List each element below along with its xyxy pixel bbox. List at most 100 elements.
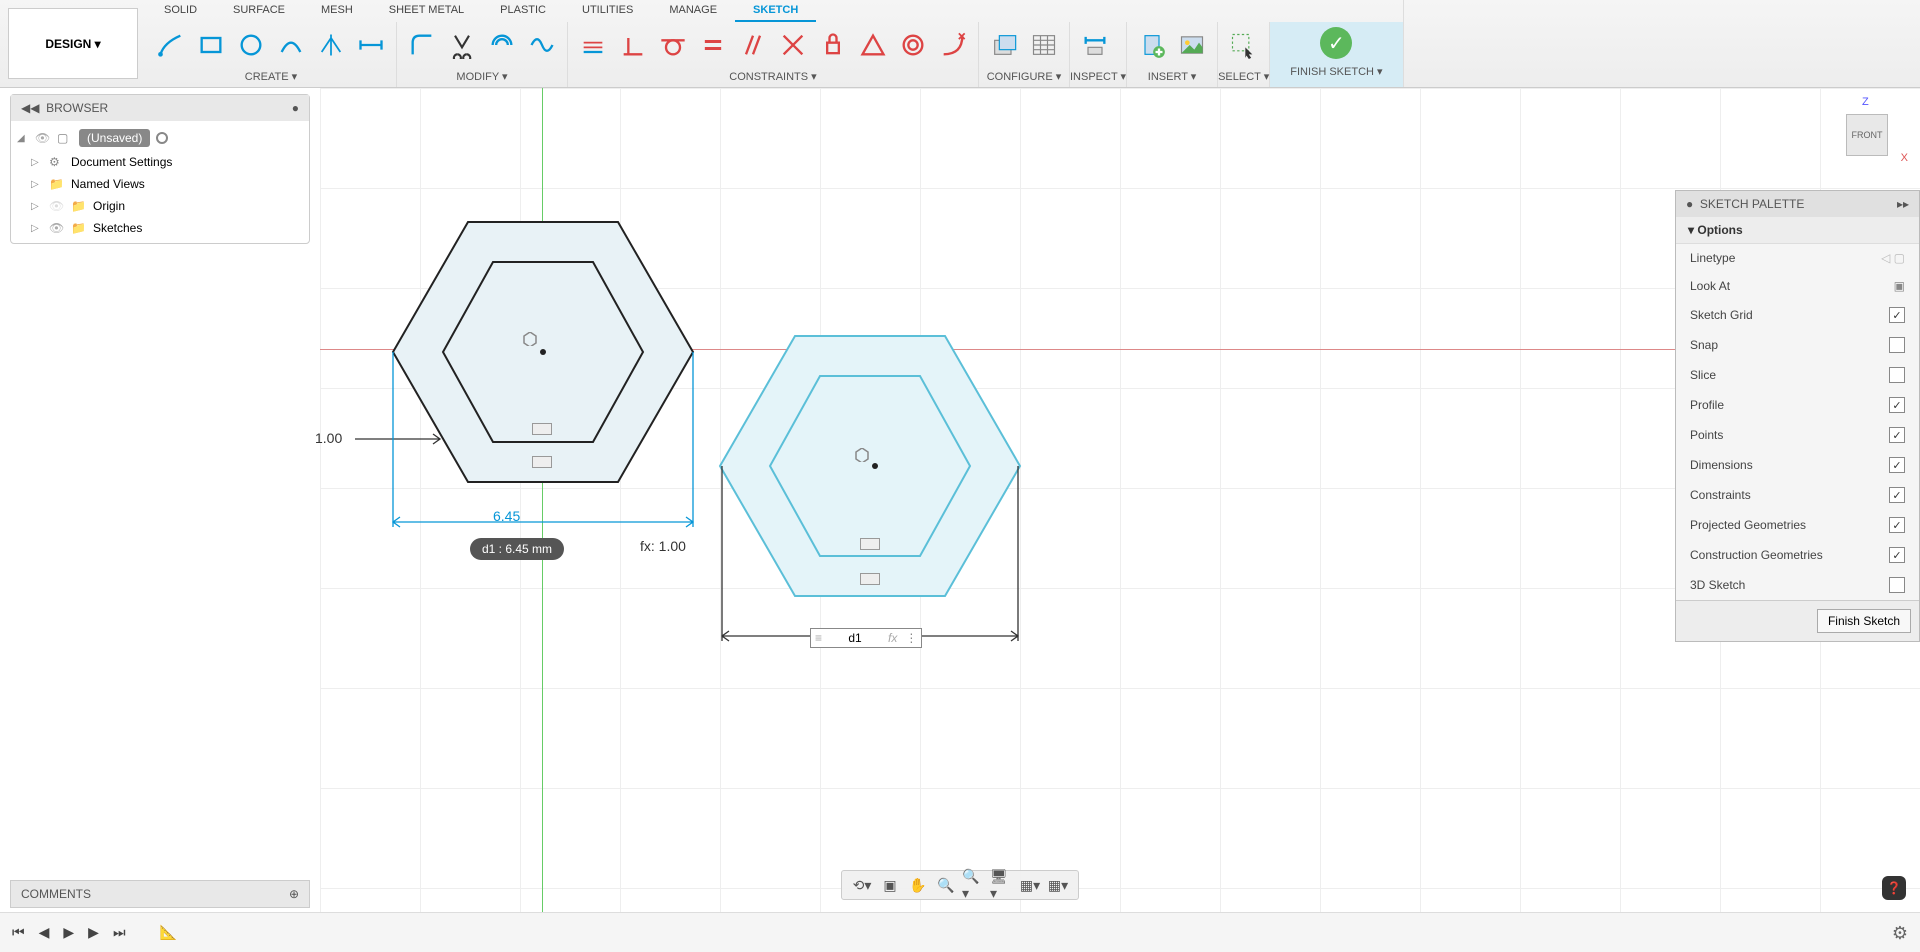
checkbox[interactable] (1889, 367, 1905, 383)
spline-tool-icon[interactable] (525, 28, 559, 62)
tree-sketches[interactable]: ▷👁📁 Sketches (11, 217, 309, 239)
modify-group-label[interactable]: MODIFY ▾ (397, 68, 567, 87)
palette-row-profile[interactable]: Profile✓ (1676, 390, 1919, 420)
arc-tool-icon[interactable] (274, 28, 308, 62)
fillet-tool-icon[interactable] (405, 28, 439, 62)
comments-panel[interactable]: COMMENTS ⊕ (10, 880, 310, 908)
tab-manage[interactable]: MANAGE (651, 0, 735, 22)
inspect-group-label[interactable]: INSPECT ▾ (1070, 68, 1126, 87)
checkbox[interactable]: ✓ (1889, 457, 1905, 473)
parameters-icon[interactable] (1027, 28, 1061, 62)
offset-tool-icon[interactable] (485, 28, 519, 62)
tree-document-settings[interactable]: ▷⚙ Document Settings (11, 151, 309, 173)
create-group-label[interactable]: CREATE ▾ (146, 68, 396, 87)
add-comment-icon[interactable]: ⊕ (289, 887, 299, 901)
pan-icon[interactable]: ✋ (906, 875, 930, 895)
checkbox[interactable]: ✓ (1889, 517, 1905, 533)
palette-row-projected-geometries[interactable]: Projected Geometries✓ (1676, 510, 1919, 540)
symmetric-constraint-icon[interactable] (856, 28, 890, 62)
palette-section-options[interactable]: ▾ Options (1676, 217, 1919, 244)
coincident-constraint-icon[interactable] (776, 28, 810, 62)
zoom-icon[interactable]: 🔍 (934, 875, 958, 895)
dimension-input[interactable]: ≡ fx ⋮ (810, 628, 922, 648)
palette-row-look-at[interactable]: Look At▣ (1676, 272, 1919, 300)
grid-icon[interactable]: ▦▾ (1018, 875, 1042, 895)
dimension-offset[interactable]: 1.00 (315, 430, 342, 446)
end-icon[interactable]: ⏭ (113, 924, 126, 941)
constraints-group-label[interactable]: CONSTRAINTS ▾ (568, 68, 978, 87)
menu-dots-icon[interactable]: ⋮ (905, 631, 917, 645)
palette-row-linetype[interactable]: Linetype◁ ▢ (1676, 244, 1919, 272)
tab-sheet-metal[interactable]: SHEET METAL (371, 0, 482, 22)
tree-origin[interactable]: ▷👁📁 Origin (11, 195, 309, 217)
collapse-icon[interactable]: ● (292, 101, 299, 115)
view-cube-face[interactable]: FRONT (1846, 114, 1888, 156)
finish-sketch-palette-button[interactable]: Finish Sketch (1817, 609, 1911, 633)
dimension-width[interactable]: 6.45 (493, 508, 520, 524)
checkbox[interactable]: ✓ (1889, 397, 1905, 413)
insert-group-label[interactable]: INSERT ▾ (1127, 68, 1217, 87)
tab-surface[interactable]: SURFACE (215, 0, 303, 22)
play-icon[interactable]: ▶ (63, 924, 74, 941)
equal-constraint-icon[interactable] (696, 28, 730, 62)
finish-sketch-button[interactable]: ✓ FINISH SKETCH ▾ (1270, 22, 1402, 87)
fx-icon[interactable]: fx (888, 631, 897, 645)
tab-plastic[interactable]: PLASTIC (482, 0, 564, 22)
horizontal-constraint-icon[interactable] (576, 28, 610, 62)
concentric-constraint-icon[interactable] (896, 28, 930, 62)
step-fwd-icon[interactable]: ▶ (88, 924, 99, 941)
palette-row-sketch-grid[interactable]: Sketch Grid✓ (1676, 300, 1919, 330)
orbit-icon[interactable]: ⟲▾ (850, 875, 874, 895)
palette-row-points[interactable]: Points✓ (1676, 420, 1919, 450)
look-at-icon[interactable]: ▣ (878, 875, 902, 895)
insert-component-icon[interactable] (1135, 28, 1169, 62)
select-group-label[interactable]: SELECT ▾ (1218, 68, 1269, 87)
tab-solid[interactable]: SOLID (146, 0, 215, 22)
trim-tool-icon[interactable] (445, 28, 479, 62)
fx-dimension[interactable]: fx: 1.00 (640, 538, 686, 554)
viewport-icon[interactable]: ▦▾ (1046, 875, 1070, 895)
settings-gear-icon[interactable]: ⚙ (1892, 923, 1908, 944)
tree-root[interactable]: ◢👁▢ (Unsaved) (11, 125, 309, 151)
parallel-constraint-icon[interactable] (736, 28, 770, 62)
palette-row-constraints[interactable]: Constraints✓ (1676, 480, 1919, 510)
dimension-tool-icon[interactable] (354, 28, 388, 62)
tab-utilities[interactable]: UTILITIES (564, 0, 651, 22)
perpendicular-constraint-icon[interactable] (616, 28, 650, 62)
checkbox[interactable]: ✓ (1889, 547, 1905, 563)
browser-header[interactable]: ◀◀ BROWSER ● (11, 95, 309, 121)
help-badge-icon[interactable]: ❓ (1882, 876, 1906, 900)
view-cube[interactable]: Z FRONT X (1842, 100, 1902, 160)
tab-mesh[interactable]: MESH (303, 0, 371, 22)
zoom-fit-icon[interactable]: 🔍▾ (962, 875, 986, 895)
look-at-icon[interactable]: ▣ (1894, 279, 1905, 293)
measure-icon[interactable] (1078, 28, 1112, 62)
display-icon[interactable]: 🖥▾ (990, 875, 1014, 895)
fix-constraint-icon[interactable] (816, 28, 850, 62)
expand-icon[interactable]: ▸▸ (1897, 197, 1909, 211)
select-icon[interactable] (1226, 28, 1260, 62)
palette-row-snap[interactable]: Snap (1676, 330, 1919, 360)
workspace-switcher[interactable]: DESIGN ▾ (8, 8, 138, 79)
palette-header[interactable]: ● SKETCH PALETTE ▸▸ (1676, 191, 1919, 217)
checkbox[interactable]: ✓ (1889, 487, 1905, 503)
tangent-constraint-icon[interactable] (656, 28, 690, 62)
dimension-input-field[interactable] (830, 631, 880, 645)
checkbox[interactable]: ✓ (1889, 307, 1905, 323)
line-tool-icon[interactable] (154, 28, 188, 62)
checkbox[interactable] (1889, 577, 1905, 593)
mirror-tool-icon[interactable] (314, 28, 348, 62)
circle-tool-icon[interactable] (234, 28, 268, 62)
timeline-marker-icon[interactable]: 📐 (160, 924, 177, 941)
insert-image-icon[interactable] (1175, 28, 1209, 62)
checkbox[interactable]: ✓ (1889, 427, 1905, 443)
configure-icon[interactable] (987, 28, 1021, 62)
rewind-icon[interactable]: ⏮ (12, 924, 25, 941)
rectangle-tool-icon[interactable] (194, 28, 228, 62)
tree-named-views[interactable]: ▷📁 Named Views (11, 173, 309, 195)
curvature-constraint-icon[interactable] (936, 28, 970, 62)
palette-row-dimensions[interactable]: Dimensions✓ (1676, 450, 1919, 480)
step-back-icon[interactable]: ◀ (39, 924, 50, 941)
configure-group-label[interactable]: CONFIGURE ▾ (979, 68, 1069, 87)
linetype-icons[interactable]: ◁ ▢ (1881, 251, 1905, 265)
